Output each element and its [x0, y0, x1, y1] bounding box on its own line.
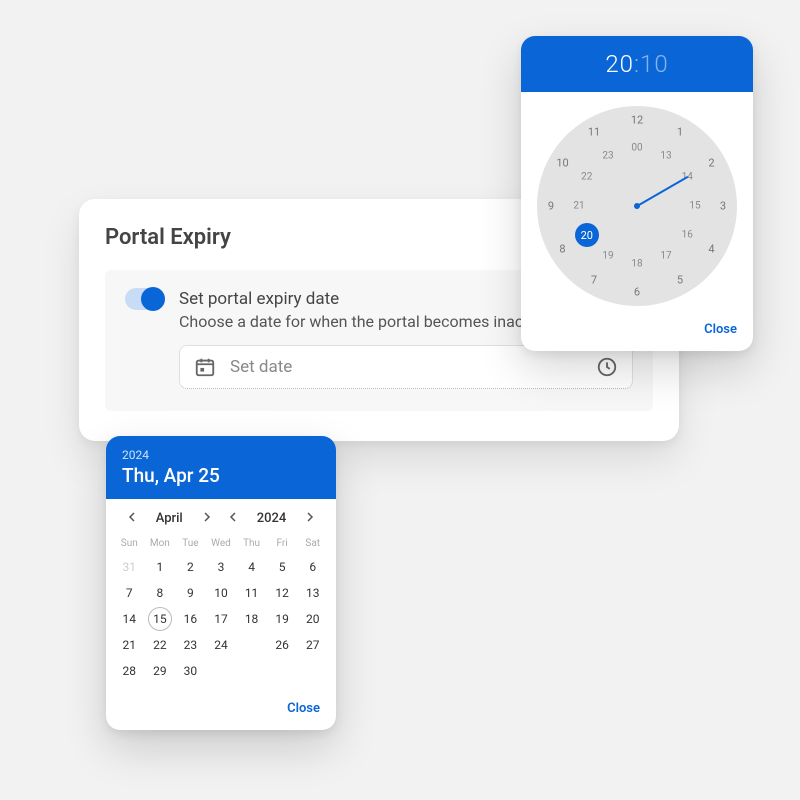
clock-hour-inner[interactable]: 22 — [581, 172, 592, 183]
next-year-button[interactable] — [298, 509, 320, 528]
calendar-day[interactable]: 5 — [267, 555, 298, 579]
calendar-day[interactable]: 2 — [175, 555, 206, 579]
calendar-day[interactable]: 9 — [175, 581, 206, 605]
weekday-header: Wed — [206, 534, 237, 553]
clock-icon[interactable] — [596, 356, 618, 378]
clock-hour-outer[interactable]: 9 — [548, 200, 554, 213]
clock-hour-inner[interactable]: 21 — [573, 201, 584, 212]
date-input[interactable]: Set date — [179, 345, 633, 389]
calendar-day[interactable]: 13 — [297, 581, 328, 605]
calendar-day[interactable]: 22 — [145, 633, 176, 657]
calendar-day[interactable]: 27 — [297, 633, 328, 657]
calendar-day[interactable]: 14 — [114, 607, 145, 631]
next-month-button[interactable] — [195, 509, 217, 528]
expiry-toggle[interactable] — [125, 288, 165, 310]
clock-hour-outer[interactable]: 10 — [556, 157, 568, 170]
calendar-day[interactable]: 25 — [236, 633, 267, 657]
year-label[interactable]: 2024 — [251, 511, 293, 526]
weekday-header: Sat — [297, 534, 328, 553]
calendar-day[interactable]: 18 — [236, 607, 267, 631]
prev-year-button[interactable] — [223, 509, 245, 528]
calendar-day[interactable]: 3 — [206, 555, 237, 579]
clock-hour-inner[interactable]: 00 — [631, 143, 642, 154]
time-picker-body: 1234567891011121314151617181920212223002… — [521, 92, 753, 312]
calendar-day[interactable]: 12 — [267, 581, 298, 605]
calendar-day[interactable]: 10 — [206, 581, 237, 605]
clock-hour-inner[interactable]: 16 — [682, 230, 693, 241]
calendar-day[interactable]: 1 — [145, 555, 176, 579]
calendar-day[interactable]: 28 — [114, 659, 145, 683]
clock-hour-outer[interactable]: 3 — [720, 200, 726, 213]
toggle-label: Set portal expiry date — [179, 289, 339, 309]
calendar-day[interactable]: 20 — [297, 607, 328, 631]
clock-hour-outer[interactable]: 7 — [591, 274, 597, 287]
calendar-day[interactable]: 23 — [175, 633, 206, 657]
calendar-day[interactable]: 19 — [267, 607, 298, 631]
clock-hour-outer[interactable]: 5 — [677, 274, 683, 287]
calendar-grid: SunMonTueWedThuFriSat3112345678910111213… — [106, 532, 336, 689]
calendar-day[interactable]: 21 — [114, 633, 145, 657]
weekday-header: Tue — [175, 534, 206, 553]
weekday-header: Fri — [267, 534, 298, 553]
weekday-header: Mon — [145, 534, 176, 553]
date-placeholder: Set date — [230, 357, 582, 377]
calendar-day[interactable]: 6 — [297, 555, 328, 579]
clock-hour-outer[interactable]: 11 — [588, 125, 600, 138]
clock-hour-outer[interactable]: 1 — [677, 125, 683, 138]
time-picker-footer: Close — [521, 312, 753, 351]
date-picker-year[interactable]: 2024 — [122, 448, 320, 462]
calendar-icon — [194, 356, 216, 378]
calendar-day[interactable]: 7 — [114, 581, 145, 605]
date-picker-header: 2024 Thu, Apr 25 — [106, 436, 336, 499]
month-label[interactable]: April — [150, 511, 189, 526]
weekday-header: Thu — [236, 534, 267, 553]
calendar-day[interactable]: 26 — [267, 633, 298, 657]
date-picker-nav: April 2024 — [106, 499, 336, 532]
calendar-day[interactable]: 4 — [236, 555, 267, 579]
clock-face[interactable]: 1234567891011121314151617181920212223002… — [537, 106, 737, 306]
date-picker: 2024 Thu, Apr 25 April 2024 SunMonTueWed… — [106, 436, 336, 730]
date-picker-headline: Thu, Apr 25 — [122, 464, 320, 487]
clock-selected-hour[interactable]: 20 — [575, 223, 599, 247]
weekday-header: Sun — [114, 534, 145, 553]
clock-hour-inner[interactable]: 18 — [631, 259, 642, 270]
clock-hour-inner[interactable]: 15 — [689, 201, 700, 212]
clock-hour-inner[interactable]: 23 — [602, 150, 613, 161]
calendar-day[interactable]: 11 — [236, 581, 267, 605]
calendar-day[interactable]: 29 — [145, 659, 176, 683]
date-picker-footer: Close — [106, 689, 336, 730]
clock-hand — [637, 176, 688, 206]
calendar-day[interactable]: 30 — [175, 659, 206, 683]
clock-hour-outer[interactable]: 6 — [634, 286, 640, 299]
clock-hour-inner[interactable]: 19 — [602, 251, 613, 262]
calendar-day[interactable]: 16 — [175, 607, 206, 631]
date-picker-close-button[interactable]: Close — [287, 701, 320, 716]
time-hour[interactable]: 20 — [605, 50, 634, 78]
calendar-day[interactable]: 17 — [206, 607, 237, 631]
clock-hour-inner[interactable]: 13 — [660, 150, 671, 161]
time-picker-header: 20:10 — [521, 36, 753, 92]
time-picker: 20:10 1234567891011121314151617181920212… — [521, 36, 753, 351]
calendar-day[interactable]: 24 — [206, 633, 237, 657]
calendar-day[interactable]: 15 — [145, 607, 176, 631]
time-minute[interactable]: 10 — [640, 50, 669, 78]
clock-hour-outer[interactable]: 12 — [631, 114, 643, 127]
clock-hour-outer[interactable]: 2 — [708, 157, 714, 170]
time-picker-close-button[interactable]: Close — [704, 322, 737, 337]
calendar-day[interactable]: 8 — [145, 581, 176, 605]
clock-hour-inner[interactable]: 17 — [660, 251, 671, 262]
clock-hour-outer[interactable]: 4 — [708, 243, 714, 256]
prev-month-button[interactable] — [122, 509, 144, 528]
clock-hour-outer[interactable]: 8 — [559, 243, 565, 256]
calendar-day-other[interactable]: 31 — [114, 555, 145, 579]
